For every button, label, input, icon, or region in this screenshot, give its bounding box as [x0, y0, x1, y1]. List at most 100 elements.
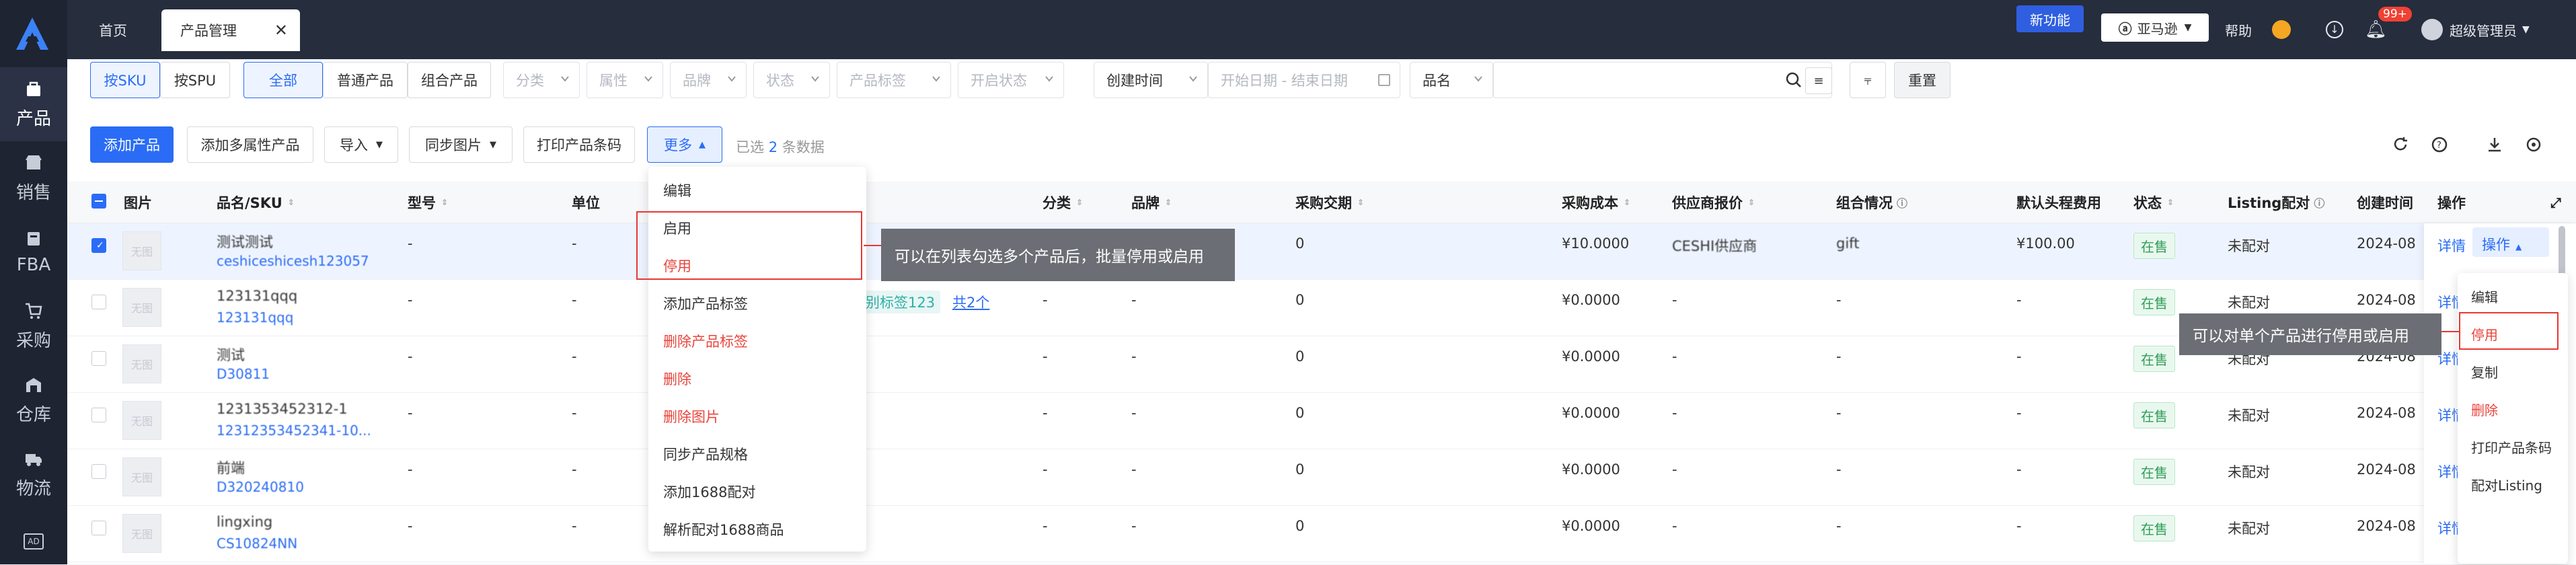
tab-product-manage[interactable]: 产品管理 ✕ [161, 9, 300, 51]
row-checkbox[interactable] [91, 521, 106, 535]
column-header-status[interactable]: 状态 ⇕ [2133, 186, 2174, 219]
menu-item-sync-spec[interactable]: 同步产品规格 [663, 444, 748, 464]
menu-item-delete[interactable]: 删除 [663, 369, 691, 389]
print-barcode-button[interactable]: 打印产品条码 [523, 126, 635, 163]
detail-link[interactable]: 详情 [2437, 235, 2466, 256]
service-icon[interactable] [2272, 0, 2291, 59]
add-product-button[interactable]: 添加产品 [90, 126, 174, 163]
menu-item-edit[interactable]: 编辑 [2471, 287, 2498, 306]
type-combo-toggle[interactable]: 组合产品 [408, 62, 491, 98]
filter-icon[interactable]: ⫧ [1850, 62, 1886, 98]
product-sku[interactable]: ceshiceshicesh123057 [217, 253, 369, 269]
sort-icon[interactable]: ⇕ [1357, 198, 1364, 207]
info-icon[interactable]: ⓘ [1897, 194, 1907, 211]
column-header-category[interactable]: 分类 ⇕ [1043, 186, 1083, 219]
sort-icon[interactable]: ⇕ [1076, 198, 1083, 207]
supplier-price[interactable]: CESHI供应商 [1672, 235, 1757, 256]
export-icon[interactable] [2486, 136, 2503, 153]
product-tag-select[interactable]: 产品标签 [837, 62, 951, 98]
row-actions-button[interactable]: 操作 ▲ [2472, 227, 2549, 257]
sidebar-item-purchase[interactable]: 采购 [0, 289, 67, 363]
combo-info[interactable]: gift [1836, 235, 1859, 252]
type-normal-toggle[interactable]: 普通产品 [323, 62, 408, 98]
column-header-name-sku[interactable]: 品名/SKU ⇕ [217, 186, 295, 219]
date-range-input[interactable]: 开始日期 - 结束日期 [1208, 62, 1400, 98]
store-select[interactable]: ⓐ 亚马逊 ▼ [2101, 13, 2209, 42]
sort-icon[interactable]: ⇕ [2167, 198, 2174, 207]
column-header-supplier-price[interactable]: 供应商报价 ⇕ [1672, 186, 1755, 219]
date-type-select[interactable]: 创建时间 [1094, 62, 1208, 98]
menu-item-add-1688[interactable]: 添加1688配对 [663, 482, 755, 502]
menu-item-pair-listing[interactable]: 配对Listing [2471, 475, 2542, 494]
info-icon[interactable]: ⓘ [2314, 194, 2324, 211]
menu-item-delete-images[interactable]: 删除图片 [663, 406, 720, 426]
sidebar-item-warehouse[interactable]: 仓库 [0, 363, 67, 437]
more-button[interactable]: 更多 ▲ [647, 126, 722, 163]
product-sku[interactable]: D30811 [217, 366, 270, 382]
help-link[interactable]: 帮助 [2225, 0, 2252, 59]
status-select[interactable]: 状态 [753, 62, 830, 98]
tag-more-link[interactable]: 共2个 [952, 292, 989, 312]
row-checkbox[interactable] [91, 295, 106, 309]
sidebar-item-ad[interactable]: AD [0, 518, 67, 565]
menu-item-copy[interactable]: 复制 [2471, 362, 2498, 381]
select-all-checkbox[interactable] [91, 194, 106, 209]
product-sku[interactable]: 12312353452341-10... [217, 422, 371, 439]
name-select[interactable]: 品名 [1410, 62, 1493, 98]
column-settings-icon[interactable] [2525, 136, 2542, 153]
menu-item-parse-1688[interactable]: 解析配对1688商品 [663, 519, 784, 539]
menu-item-edit[interactable]: 编辑 [663, 180, 691, 200]
product-sku[interactable]: CS10824NN [217, 535, 297, 552]
sync-label: 同步图片 [425, 137, 482, 153]
sidebar-item-sales[interactable]: 销售 [0, 141, 67, 215]
enable-state-select[interactable]: 开启状态 [958, 62, 1064, 98]
sidebar-item-product[interactable]: 产品 [0, 67, 67, 141]
close-icon[interactable]: ✕ [274, 21, 288, 40]
attribute-select[interactable]: 属性 [586, 62, 663, 98]
product-sku[interactable]: D320240810 [217, 479, 304, 495]
menu-item-delete[interactable]: 删除 [2471, 400, 2498, 419]
brand-select[interactable]: 品牌 [670, 62, 747, 98]
table-row[interactable]: ✓ 无图 测试测试 ceshiceshicesh123057 - - 0 ¥10… [67, 223, 2576, 280]
product-sku[interactable]: 123131qqq [217, 309, 293, 326]
row-checkbox[interactable] [91, 351, 106, 366]
expand-icon[interactable]: ⤢ [2550, 194, 2561, 211]
search-icon[interactable] [1785, 71, 1803, 89]
sort-icon[interactable]: ⇕ [1165, 198, 1172, 207]
sort-icon[interactable]: ⇕ [441, 198, 448, 207]
menu-item-add-tag[interactable]: 添加产品标签 [663, 293, 748, 313]
menu-item-print-barcode[interactable]: 打印产品条码 [2471, 437, 2552, 457]
menu-item-remove-tag[interactable]: 删除产品标签 [663, 331, 748, 351]
sort-icon[interactable]: ⇕ [288, 198, 295, 207]
column-header-brand[interactable]: 品牌 ⇕ [1131, 186, 1172, 219]
column-header-cost[interactable]: 采购成本 ⇕ [1562, 186, 1630, 219]
search-input[interactable] [1493, 62, 1832, 98]
multi-search-icon[interactable]: ≡ [1805, 67, 1832, 94]
download-icon[interactable]: ↓ [2326, 0, 2343, 59]
row-checkbox[interactable] [91, 408, 106, 422]
sort-icon[interactable]: ⇕ [1748, 198, 1755, 207]
sort-icon[interactable]: ⇕ [1624, 198, 1630, 207]
category-select[interactable]: 分类 [503, 62, 580, 98]
reset-button[interactable]: 重置 [1894, 62, 1950, 98]
column-header-model[interactable]: 型号 ⇕ [408, 186, 448, 219]
row-checkbox[interactable] [91, 464, 106, 479]
help-icon[interactable]: ? [2431, 136, 2448, 153]
row-checkbox[interactable]: ✓ [91, 238, 106, 253]
by-spu-toggle[interactable]: 按SPU [160, 62, 230, 98]
sidebar-item-logistics[interactable]: 物流 [0, 437, 67, 511]
import-button[interactable]: 导入 ▼ [324, 126, 398, 163]
by-sku-toggle[interactable]: 按SKU [90, 62, 160, 98]
table-row[interactable]: 无图 前端 D320240810 - - - - 0 ¥0.0000 - - -… [67, 449, 2576, 506]
new-feature-badge[interactable]: 新功能 [2016, 5, 2084, 32]
sync-images-button[interactable]: 同步图片 ▼ [409, 126, 513, 163]
user-menu[interactable]: 超级管理员 ▼ [2421, 0, 2530, 59]
type-all-toggle[interactable]: 全部 [243, 62, 323, 98]
refresh-icon[interactable] [2392, 136, 2409, 153]
column-header-lead-time[interactable]: 采购交期 ⇕ [1295, 186, 1364, 219]
tab-home[interactable]: 首页 [81, 9, 145, 51]
table-row[interactable]: 无图 1231353452312-1 12312353452341-10... … [67, 393, 2576, 449]
table-row[interactable]: 无图 lingxing CS10824NN - - - - 0 ¥0.0000 … [67, 506, 2576, 562]
add-multi-attr-product-button[interactable]: 添加多属性产品 [187, 126, 313, 163]
sidebar-item-fba[interactable]: FBA [0, 215, 67, 289]
